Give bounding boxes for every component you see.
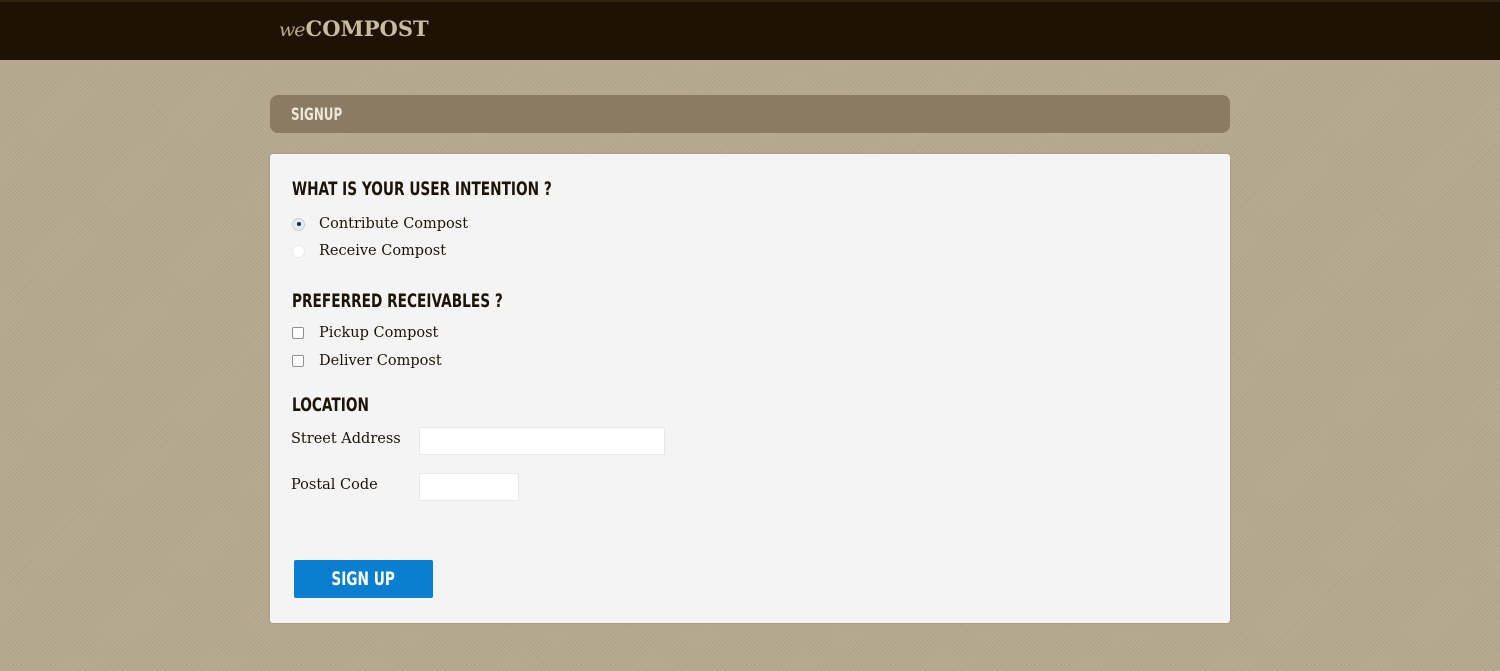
checkbox-option-pickup[interactable]: Pickup Compost <box>292 323 438 343</box>
sign-up-button-label: SIGN UP <box>331 568 396 590</box>
postal-code-input[interactable] <box>419 473 519 501</box>
radio-label-contribute: Contribute Compost <box>319 216 469 232</box>
street-address-label: Street Address <box>291 431 401 447</box>
checkbox-option-deliver[interactable]: Deliver Compost <box>292 351 442 371</box>
checkbox-label-deliver: Deliver Compost <box>319 353 442 369</box>
sign-up-button[interactable]: SIGN UP <box>294 560 433 598</box>
checkbox-pickup-compost[interactable] <box>292 327 304 339</box>
radio-receive-compost[interactable] <box>292 244 305 258</box>
wecompost-logo[interactable]: we COMPOST <box>279 16 429 48</box>
page-header-bar: SIGNUP <box>270 95 1230 133</box>
logo-prefix: we <box>279 19 305 41</box>
checkbox-label-pickup: Pickup Compost <box>319 325 439 341</box>
top-navigation-bar: we COMPOST <box>0 0 1500 60</box>
radio-label-receive: Receive Compost <box>319 243 447 259</box>
page-title: SIGNUP <box>291 105 343 125</box>
postal-code-label: Postal Code <box>291 477 378 493</box>
signup-form-card: WHAT IS YOUR USER INTENTION ? Contribute… <box>270 154 1230 623</box>
radio-contribute-compost[interactable] <box>292 217 305 231</box>
logo-name: COMPOST <box>305 16 429 41</box>
radio-option-contribute[interactable]: Contribute Compost <box>292 214 468 234</box>
receivables-section-title: PREFERRED RECEIVABLES ? <box>292 290 503 312</box>
checkbox-deliver-compost[interactable] <box>292 355 304 367</box>
intention-section-title: WHAT IS YOUR USER INTENTION ? <box>292 178 552 200</box>
street-address-input[interactable] <box>419 427 665 455</box>
radio-option-receive[interactable]: Receive Compost <box>292 241 446 261</box>
location-section-title: LOCATION <box>292 394 369 416</box>
